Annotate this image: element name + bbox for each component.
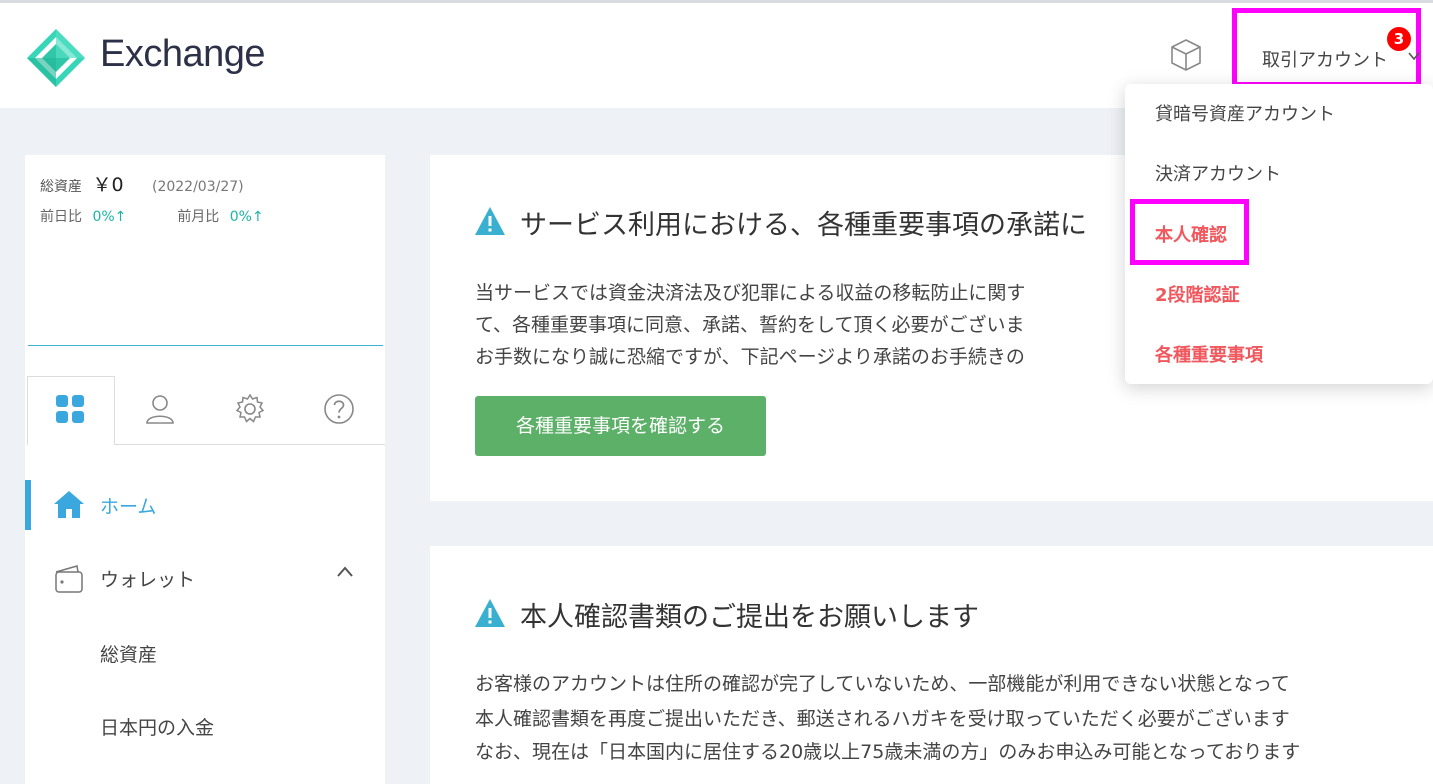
- nav-wallet[interactable]: ウォレット: [100, 565, 195, 592]
- total-assets-value: ￥0: [92, 174, 124, 196]
- home-icon: [54, 491, 84, 518]
- prev-day-label: 前日比: [40, 209, 82, 225]
- menu-item-identity-verification[interactable]: 本人確認: [1155, 221, 1227, 247]
- tabs-divider: [115, 444, 385, 445]
- account-dropdown-menu: 貸暗号資産アカウント 決済アカウント 本人確認 2段階認証 各種重要事項: [1125, 84, 1433, 384]
- prev-day-value: 0%↑: [92, 209, 127, 225]
- card-text-line: 本人確認書類を再度ご提出いただき、郵送されるハガキを受け取っていただく必要がござ…: [475, 708, 1290, 730]
- prev-month-value: 0%↑: [229, 209, 264, 225]
- gear-icon[interactable]: [233, 392, 267, 426]
- chevron-up-icon[interactable]: [336, 565, 354, 579]
- prev-month-label: 前月比: [177, 209, 220, 225]
- card-text-line: 当サービスでは資金決済法及び犯罪による収益の移転防止に関す: [475, 282, 1026, 304]
- warning-icon: [475, 599, 505, 627]
- identity-verification-card: 本人確認書類のご提出をお願いします お客様のアカウントは住所の確認が完了していな…: [430, 546, 1433, 784]
- nav-jpy-deposit[interactable]: 日本円の入金: [100, 713, 214, 740]
- card-title: 本人確認書類のご提出をお願いします: [520, 602, 979, 633]
- menu-item-two-factor-auth[interactable]: 2段階認証: [1155, 281, 1240, 307]
- brand-name[interactable]: Exchange: [100, 33, 266, 76]
- menu-item-important-terms[interactable]: 各種重要事項: [1155, 341, 1263, 367]
- nav-active-indicator: [25, 480, 31, 530]
- help-icon[interactable]: [322, 392, 356, 426]
- trading-account-button[interactable]: 取引アカウント 3: [1232, 8, 1421, 87]
- menu-item-payment-account[interactable]: 決済アカウント: [1155, 160, 1281, 186]
- sidebar-divider: [28, 345, 383, 346]
- wallet-icon: [55, 565, 83, 593]
- card-title: サービス利用における、各種重要事項の承諾に: [520, 210, 1087, 241]
- user-icon[interactable]: [143, 392, 177, 426]
- card-text-line: て、各種重要事項に同意、承諾、誓約をして頂く必要がございま: [475, 314, 1025, 336]
- trading-account-label: 取引アカウント: [1262, 50, 1388, 71]
- exchange-logo-icon[interactable]: [25, 27, 87, 89]
- card-text-line: お客様のアカウントは住所の確認が完了していないため、一部機能が利用できない状態と…: [475, 673, 1290, 695]
- warning-icon: [475, 207, 505, 235]
- cube-icon[interactable]: [1168, 37, 1204, 73]
- total-assets-date: (2022/03/27): [152, 179, 244, 195]
- grid-icon[interactable]: [53, 392, 87, 426]
- total-assets-row: 総資産 ￥0 (2022/03/27): [40, 170, 244, 197]
- nav-home[interactable]: ホーム: [100, 492, 156, 519]
- sidebar: 総資産 ￥0 (2022/03/27) 前日比 0%↑ 前月比 0%↑ ホーム: [25, 155, 385, 784]
- nav-total-assets[interactable]: 総資産: [100, 640, 157, 667]
- chevron-down-icon: [1408, 52, 1420, 61]
- card-text-line: なお、現在は「日本国内に居住する20歳以上75歳未満の方」のみお申込み可能となっ…: [475, 741, 1301, 763]
- total-assets-label: 総資産: [40, 179, 82, 195]
- menu-item-crypto-lending[interactable]: 貸暗号資産アカウント: [1155, 100, 1335, 126]
- change-row: 前日比 0%↑ 前月比 0%↑: [40, 206, 264, 226]
- notification-badge: 3: [1387, 27, 1411, 51]
- confirm-terms-button[interactable]: 各種重要事項を確認する: [475, 396, 766, 456]
- card-text-line: お手数になり誠に恐縮ですが、下記ページより承諾のお手続きの: [475, 346, 1025, 368]
